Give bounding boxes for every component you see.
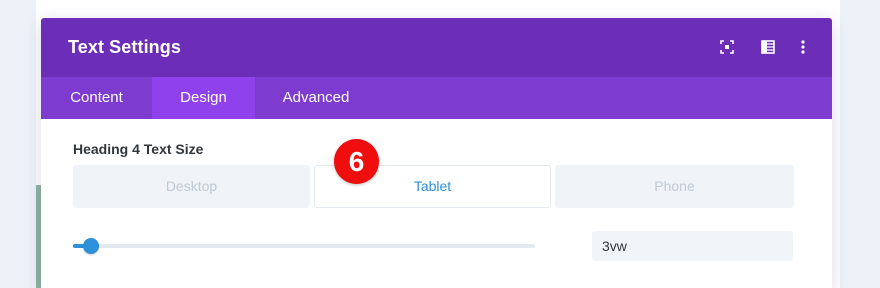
expand-icon[interactable]: [719, 39, 735, 55]
text-settings-modal: Text Settings Content Design Advanced He…: [41, 18, 832, 288]
more-options-icon[interactable]: [795, 39, 811, 55]
settings-body: Heading 4 Text Size Desktop Tablet Phone…: [41, 119, 832, 288]
device-tab-desktop[interactable]: Desktop: [73, 165, 310, 208]
text-size-slider-thumb[interactable]: [83, 238, 100, 254]
modal-title: Text Settings: [68, 37, 181, 57]
tab-content[interactable]: Content: [41, 77, 152, 119]
heading-4-text-size-label: Heading 4 Text Size: [73, 141, 204, 157]
sidebar-toggle-icon[interactable]: [760, 39, 776, 55]
text-size-value-input[interactable]: [592, 231, 793, 261]
tab-advanced[interactable]: Advanced: [255, 77, 377, 119]
modal-header: Text Settings: [41, 18, 832, 77]
device-tab-phone[interactable]: Phone: [555, 165, 794, 208]
text-size-slider-track[interactable]: [73, 244, 535, 248]
tab-design[interactable]: Design: [152, 77, 255, 119]
tab-bar: Content Design Advanced: [41, 77, 832, 119]
step-number-badge: 6: [334, 139, 379, 184]
